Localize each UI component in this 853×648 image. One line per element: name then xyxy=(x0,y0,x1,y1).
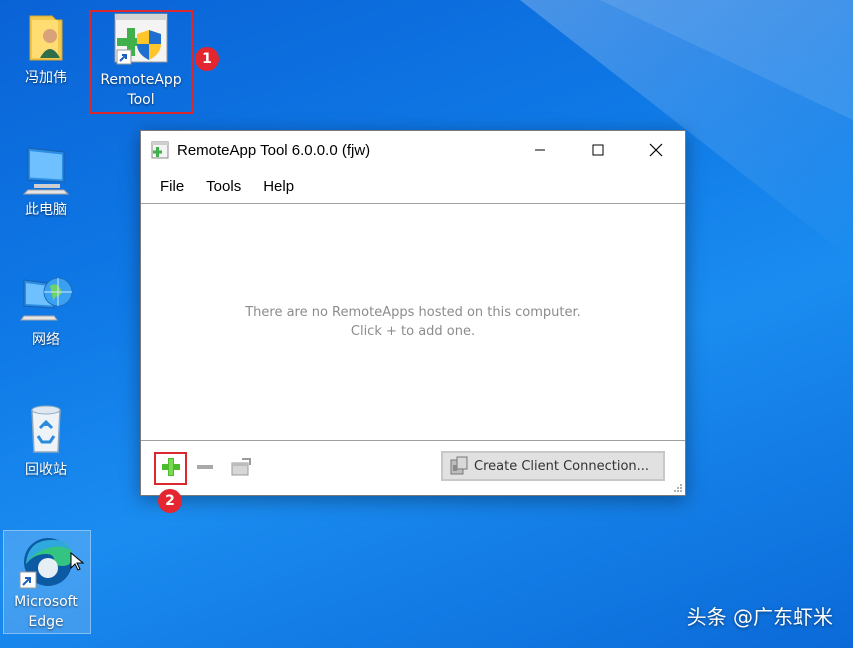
desktop-icon-edge[interactable]: Microsoft Edge xyxy=(8,534,84,632)
remoteapp-tool-window: RemoteApp Tool 6.0.0.0 (fjw) File Tools … xyxy=(140,130,686,496)
edge-icon xyxy=(18,534,84,590)
desktop-icon-label-line1: Microsoft xyxy=(14,594,78,610)
maximize-icon xyxy=(592,144,604,156)
desktop-icon-label: 网络 xyxy=(32,332,60,348)
properties-button[interactable] xyxy=(229,455,253,479)
remoteapps-list-area: There are no RemoteApps hosted on this c… xyxy=(141,204,685,441)
highlight-box-1 xyxy=(89,10,193,114)
bottom-toolbar: Create Client Connection... xyxy=(141,441,685,495)
recycle-bin-icon xyxy=(18,402,74,458)
close-icon xyxy=(649,143,663,157)
desktop-icon-label: 冯加伟 xyxy=(25,70,67,86)
minimize-button[interactable] xyxy=(511,131,569,169)
desktop-icon-label: 此电脑 xyxy=(25,202,67,218)
desktop-icon-this-pc[interactable]: 此电脑 xyxy=(8,142,84,220)
minimize-icon xyxy=(535,149,545,151)
app-icon xyxy=(151,141,169,159)
menu-bar: File Tools Help xyxy=(141,169,685,204)
menu-help[interactable]: Help xyxy=(252,174,305,199)
window-controls xyxy=(511,131,685,169)
network-icon xyxy=(18,272,74,328)
menu-file[interactable]: File xyxy=(149,174,195,199)
desktop: 冯加伟 RemoteApp Tool 1 此电脑 网络 回收站 Microsof… xyxy=(0,0,853,648)
desktop-icon-label: 回收站 xyxy=(25,462,67,478)
desktop-icon-user-folder[interactable]: 冯加伟 xyxy=(8,10,84,88)
create-client-connection-label: Create Client Connection... xyxy=(474,458,650,474)
client-connection-icon xyxy=(450,456,468,475)
annotation-badge-1: 1 xyxy=(195,47,219,71)
create-client-connection-button[interactable]: Create Client Connection... xyxy=(441,451,665,481)
empty-message-line2: Click + to add one. xyxy=(350,324,476,339)
this-pc-icon xyxy=(18,142,74,198)
mouse-cursor-icon xyxy=(70,552,84,571)
watermark-text: 头条 @广东虾米 xyxy=(686,605,833,629)
properties-icon xyxy=(231,458,251,476)
menu-tools[interactable]: Tools xyxy=(195,174,252,199)
window-title: RemoteApp Tool 6.0.0.0 (fjw) xyxy=(177,141,371,159)
desktop-icon-network[interactable]: 网络 xyxy=(8,272,84,350)
highlight-box-2 xyxy=(154,452,187,485)
window-titlebar[interactable]: RemoteApp Tool 6.0.0.0 (fjw) xyxy=(141,131,685,169)
user-folder-icon xyxy=(18,10,74,66)
remove-remoteapp-button[interactable] xyxy=(193,455,217,479)
empty-message-line1: There are no RemoteApps hosted on this c… xyxy=(245,305,581,320)
resize-grip-icon[interactable] xyxy=(673,483,683,493)
desktop-icon-recycle-bin[interactable]: 回收站 xyxy=(8,402,84,480)
maximize-button[interactable] xyxy=(569,131,627,169)
desktop-icon-label-line2: Edge xyxy=(28,614,64,630)
close-button[interactable] xyxy=(627,131,685,169)
minus-icon xyxy=(197,465,213,469)
annotation-badge-2: 2 xyxy=(158,489,182,513)
